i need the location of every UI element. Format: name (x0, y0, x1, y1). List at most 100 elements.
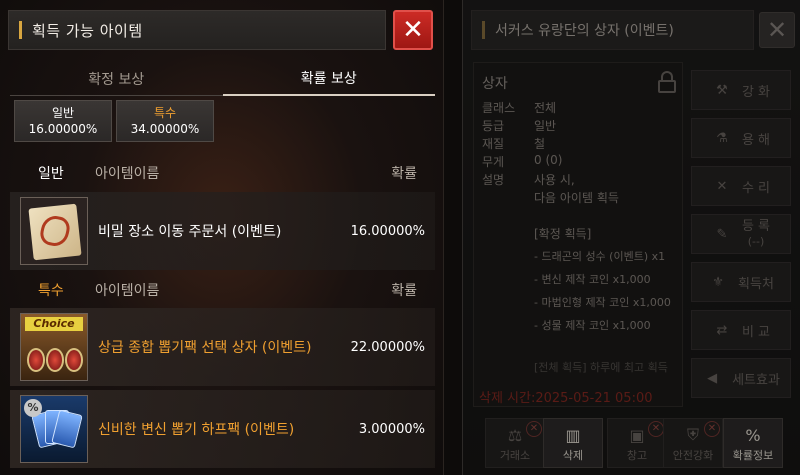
detail-header: 서커스 유랑단의 상자 (이벤트) (471, 10, 754, 50)
item-type: 상자 (482, 76, 508, 92)
description-line: [확정 획득] (534, 227, 592, 241)
button-label: 거래소 (499, 449, 531, 462)
close-icon: ✕ (402, 15, 424, 45)
blocked-icon: ✕ (704, 421, 720, 437)
info-key: 등급 (482, 119, 505, 133)
exchange-button[interactable]: ⚖ 거래소 ✕ (485, 418, 545, 468)
grade-summary-normal[interactable]: 일반 16.00000% (14, 100, 112, 142)
choice-box-icon[interactable]: Choice (20, 313, 88, 381)
flask-icon: ⚗ (716, 130, 728, 146)
register-text: 등 록 (--) (742, 219, 770, 249)
description-line: - 변신 제작 코인 x1,000 (534, 273, 651, 286)
info-key: 무게 (482, 155, 505, 169)
card-pack-icon[interactable]: % (20, 395, 88, 463)
header-accent-bar (19, 21, 22, 39)
warehouse-icon: ▣ (629, 426, 645, 445)
percent-icon: % (745, 426, 761, 445)
tab-guaranteed-reward[interactable]: 확정 보상 (10, 62, 223, 96)
grade-name: 일반 (51, 106, 75, 120)
tab-probability-reward[interactable]: 확률 보상 (222, 62, 435, 96)
info-key: 클래스 (482, 101, 516, 115)
repair-button[interactable]: ✕ 수 리 (691, 166, 791, 206)
button-label: 획득처 (738, 276, 774, 292)
probability-info-button[interactable]: % 확률정보 (723, 418, 783, 468)
grade-rate: 34.00000% (130, 122, 200, 136)
grade-name: 특수 (153, 106, 177, 120)
item-name: 신비한 변신 뽑기 하프팩 (이벤트) (98, 422, 295, 438)
register-button[interactable]: ✎ 등 록 (--) (691, 214, 791, 254)
reward-tabs: 확정 보상 확률 보상 (10, 62, 435, 96)
info-row-class: 클래스 전체 (482, 99, 556, 116)
button-label: 등 록 (741, 219, 771, 234)
trash-icon: ▥ (565, 426, 581, 445)
button-sublabel: (--) (747, 235, 765, 248)
item-info-box: 상자 클래스 전체 등급 일반 재질 철 무게 0 (0) 설명 사용 시, 다… (473, 62, 683, 407)
acquisition-source-button[interactable]: ⚜ 획득처 (691, 262, 791, 302)
scroll-icon[interactable] (20, 197, 88, 265)
button-label: 확률정보 (732, 449, 774, 462)
grade-rate: 16.00000% (28, 122, 98, 136)
register-icon: ✎ (716, 226, 728, 242)
info-key: 설명 (482, 173, 505, 187)
safe-enhance-button[interactable]: ⛨ 안전강화 ✕ (663, 418, 723, 468)
section-header-normal: 일반 아이템이름 확률 (10, 158, 435, 188)
item-rate: 16.00000% (350, 223, 425, 239)
scale-icon: ⚖ (507, 426, 523, 445)
set-effect-button[interactable]: ◀ 세트효과 (691, 358, 791, 398)
info-value: 일반 (534, 119, 557, 133)
button-label: 강 화 (741, 84, 771, 100)
grade-summary-special[interactable]: 특수 34.00000% (116, 100, 214, 142)
description-line: [전체 획득] 하루에 최고 획득 (534, 361, 668, 374)
detail-close-button[interactable]: ✕ (759, 12, 795, 48)
description-line: - 성물 제작 코인 x1,000 (534, 319, 651, 332)
lock-icon[interactable] (658, 71, 676, 93)
close-icon: ✕ (766, 16, 788, 44)
blocked-icon: ✕ (648, 421, 664, 437)
set-effect-icon: ◀ (707, 370, 718, 386)
info-value: 전체 (534, 101, 557, 115)
info-row-grade: 등급 일반 (482, 117, 556, 134)
blocked-icon: ✕ (526, 421, 542, 437)
item-row[interactable]: % 신비한 변신 뽑기 하프팩 (이벤트) 3.00000% (10, 390, 435, 468)
reward-panel: 획득 가능 아이템 ✕ 확정 보상 확률 보상 일반 16.00000% 특수 … (0, 0, 444, 475)
wrench-icon: ✕ (716, 178, 728, 194)
delete-button[interactable]: ▥ 삭제 (543, 418, 603, 468)
button-label: 삭제 (562, 449, 584, 462)
header-accent-bar (482, 21, 485, 39)
info-row-description: 설명 사용 시, (482, 171, 575, 188)
close-button[interactable]: ✕ (393, 10, 433, 50)
info-value: 0 (0) (534, 153, 563, 167)
item-row[interactable]: Choice 상급 종합 뽑기팩 선택 상자 (이벤트) 22.00000% (10, 308, 435, 386)
button-label: 세트효과 (732, 372, 780, 388)
column-item-name: 아이템이름 (95, 166, 160, 182)
source-icon: ⚜ (712, 274, 724, 290)
dissolve-button[interactable]: ⚗ 용 해 (691, 118, 791, 158)
info-key: 재질 (482, 137, 505, 151)
enhance-button[interactable]: ⚒ 강 화 (691, 70, 791, 110)
delete-time: 삭제 시간:2025-05-21 05:00 (479, 391, 653, 406)
button-label: 안전강화 (672, 449, 714, 462)
warehouse-button[interactable]: ▣ 창고 ✕ (607, 418, 667, 468)
column-rate: 확률 (391, 166, 417, 182)
item-rate: 22.00000% (350, 339, 425, 355)
button-label: 비 교 (741, 324, 771, 340)
info-value: 사용 시, (534, 173, 575, 187)
description-line: 다음 아이템 획득 (534, 191, 619, 205)
info-row-weight: 무게 0 (0) (482, 153, 562, 170)
item-detail-panel: 서커스 유랑단의 상자 (이벤트) ✕ 상자 클래스 전체 등급 일반 재질 철… (462, 0, 800, 475)
compare-icon: ⇄ (716, 322, 728, 338)
description-line: - 드래곤의 성수 (이벤트) x1 (534, 250, 666, 263)
panel-header: 획득 가능 아이템 (8, 10, 386, 50)
item-name: 상급 종합 뽑기팩 선택 상자 (이벤트) (98, 340, 312, 356)
anvil-icon: ⚒ (716, 82, 728, 98)
safe-enhance-icon: ⛨ (686, 425, 699, 444)
compare-button[interactable]: ⇄ 비 교 (691, 310, 791, 350)
info-value: 철 (534, 137, 546, 151)
column-item-name: 아이템이름 (95, 283, 160, 299)
detail-title: 서커스 유랑단의 상자 (이벤트) (495, 23, 674, 39)
button-label: 수 리 (741, 180, 771, 196)
item-rate: 3.00000% (358, 421, 425, 437)
item-row[interactable]: 비밀 장소 이동 주문서 (이벤트) 16.00000% (10, 192, 435, 270)
column-rate: 확률 (391, 283, 417, 299)
section-grade: 일반 (38, 166, 64, 182)
